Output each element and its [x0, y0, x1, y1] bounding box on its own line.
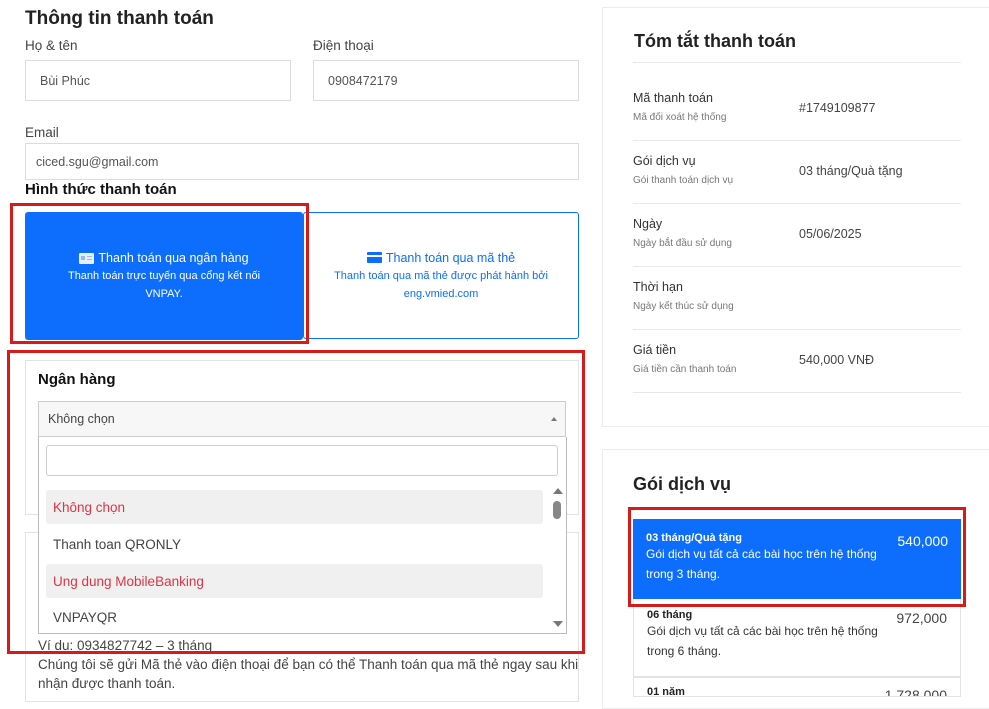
bank-select[interactable]: Không chọn — [38, 401, 566, 437]
name-field[interactable]: Bùi Phúc — [25, 60, 291, 101]
summary-row-sub: Ngày kết thúc sử dụng — [633, 301, 734, 312]
summary-row-value: #1749109877 — [799, 101, 876, 115]
package-item[interactable]: 06 tháng Gói dịch vụ tất cả các bài học … — [633, 599, 961, 677]
billing-title: Thông tin thanh toán — [25, 8, 214, 29]
bank-option-label: Thanh toan QRONLY — [53, 536, 182, 552]
bank-option-label: Ung dung MobileBanking — [53, 573, 204, 589]
packages-title: Gói dịch vụ — [633, 474, 732, 494]
bank-option-label: VNPAYQR — [53, 609, 118, 625]
dropdown-scrollbar[interactable] — [550, 485, 564, 633]
email-value: ciced.sgu@gmail.com — [36, 154, 159, 169]
card-note-line-2: nhận được thanh toán. — [38, 676, 176, 691]
bank-option[interactable]: Không chọn — [46, 490, 543, 524]
package-item-selected[interactable]: 03 tháng/Quà tặng Gói dịch vụ tất cả các… — [633, 519, 961, 599]
scroll-down-icon — [553, 621, 563, 627]
card-note-line-1: Chúng tôi sẽ gửi Mã thẻ vào điện thoại đ… — [38, 657, 579, 672]
package-item[interactable]: 01 năm 1,728,000 — [633, 677, 961, 697]
pay-bank-title: Thanh toán qua ngân hàng — [98, 251, 249, 265]
name-label: Họ & tên — [25, 38, 78, 53]
summary-row-sub: Giá tiền cần thanh toán — [633, 364, 737, 375]
pay-bank-desc-1: Thanh toán trực tuyến qua cổng kết nối — [67, 270, 261, 282]
summary-row-sub: Gói thanh toán dịch vụ — [633, 175, 734, 186]
summary-row-label: Gói dịch vụ — [633, 154, 696, 168]
package-price: 972,000 — [896, 610, 947, 626]
divider — [633, 329, 961, 330]
divider — [633, 140, 961, 141]
summary-row-value: 03 tháng/Quà tặng — [799, 164, 903, 178]
bank-option[interactable]: VNPAYQR — [46, 600, 543, 634]
package-desc-2: trong 6 tháng. — [647, 644, 722, 658]
summary-row-sub: Mã đối xoát hệ thống — [633, 112, 727, 123]
summary-row-sub: Ngày bắt đầu sử dụng — [633, 238, 732, 249]
summary-row-value: 540,000 VNĐ — [799, 353, 875, 367]
phone-value: 0908472179 — [328, 73, 398, 88]
summary-title: Tóm tắt thanh toán — [634, 31, 796, 51]
bank-card-icon — [79, 252, 95, 264]
scroll-thumb[interactable] — [553, 501, 561, 519]
bank-option-label: Không chọn — [53, 499, 126, 515]
credit-card-icon — [366, 252, 382, 263]
bank-option[interactable]: Thanh toan QRONLY — [46, 527, 543, 561]
summary-row-label: Thời hạn — [633, 280, 683, 294]
divider — [633, 266, 961, 267]
payment-method-title: Hình thức thanh toán — [25, 181, 177, 198]
summary-row-label: Mã thanh toán — [633, 91, 713, 105]
bank-search-input[interactable] — [46, 445, 558, 476]
email-label: Email — [25, 125, 59, 140]
pay-code-card[interactable]: Thanh toán qua mã thẻ Thanh toán qua mã … — [303, 212, 579, 339]
bank-option[interactable]: Ung dung MobileBanking — [46, 564, 543, 598]
summary-row-label: Giá tiền — [633, 343, 677, 357]
package-desc-2: trong 3 tháng. — [646, 567, 721, 581]
pay-code-desc-2: eng.vmied.com — [403, 287, 479, 300]
phone-field[interactable]: 0908472179 — [313, 60, 579, 101]
bank-title: Ngân hàng — [38, 371, 116, 388]
pay-bank-card[interactable]: Thanh toán qua ngân hàng Thanh toán trực… — [25, 212, 303, 340]
scroll-up-icon — [553, 488, 563, 494]
card-note-example: Ví dụ: 0934827742 – 3 tháng — [38, 638, 213, 653]
email-field[interactable]: ciced.sgu@gmail.com — [25, 143, 579, 180]
name-value: Bùi Phúc — [40, 73, 91, 88]
package-price: 540,000 — [897, 533, 948, 549]
bank-select-value: Không chọn — [48, 412, 115, 426]
divider — [633, 62, 961, 63]
pay-bank-desc-2: VNPAY. — [145, 288, 183, 300]
divider — [633, 203, 961, 204]
caret-up-icon — [551, 417, 557, 421]
package-price: 1,728,000 — [884, 687, 947, 697]
summary-row-label: Ngày — [633, 217, 663, 231]
pay-code-title: Thanh toán qua mã thẻ — [385, 250, 516, 265]
summary-row-value: 05/06/2025 — [799, 227, 862, 241]
phone-label: Điện thoại — [313, 38, 374, 53]
divider — [633, 392, 961, 393]
pay-code-desc-1: Thanh toán qua mã thẻ được phát hành bởi — [334, 269, 548, 282]
